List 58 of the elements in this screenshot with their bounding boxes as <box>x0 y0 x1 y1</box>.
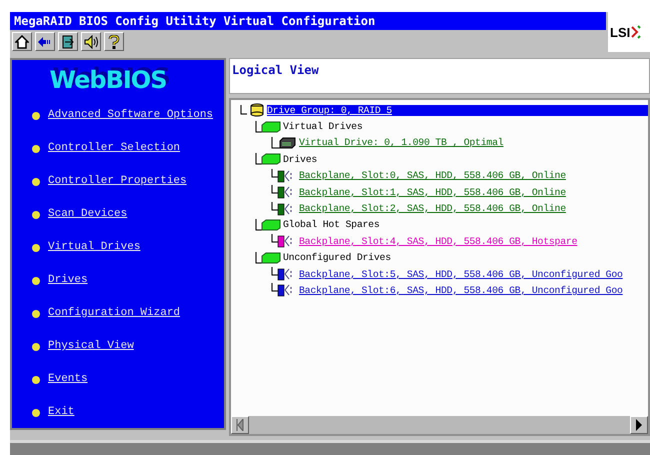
bullet-icon <box>32 178 40 186</box>
speaker-icon <box>84 34 98 48</box>
logo-mark-icon <box>631 25 642 39</box>
scroll-right-button[interactable] <box>630 416 648 434</box>
toolbar-button[interactable] <box>35 32 55 51</box>
right-arrow-icon <box>635 419 643 431</box>
sidebar-link[interactable]: Events <box>32 370 224 389</box>
bullet-icon <box>32 376 40 384</box>
tree-item[interactable]: Global Hot Spares <box>283 219 380 230</box>
help-icon <box>108 34 120 48</box>
horizontal-scrollbar[interactable] <box>231 416 648 434</box>
sidebar-link[interactable]: Scan Devices <box>32 205 224 224</box>
window-title: MegaRAID BIOS Config Utility Virtual Configuration <box>10 12 606 30</box>
bullet-icon <box>32 342 40 350</box>
folder-icon <box>255 218 281 231</box>
folder-icon <box>255 120 281 133</box>
disk-stack-icon <box>239 103 265 118</box>
sidebar-link[interactable]: Physical View <box>32 337 224 356</box>
toolbar-button[interactable] <box>58 32 78 51</box>
bullet-icon <box>32 310 40 318</box>
exit-door-icon <box>61 34 75 48</box>
tree-item[interactable]: Virtual Drive: 0, 1.090 TB , Optimal <box>299 137 504 148</box>
sidebar-link[interactable]: Drives <box>32 271 224 290</box>
tree-item[interactable]: Backplane, Slot:6, SAS, HDD, 558.406 GB, Unconfigured Goo <box>299 284 623 296</box>
bullet-icon <box>32 210 40 218</box>
home-icon <box>15 34 29 48</box>
scroll-left-button[interactable] <box>231 416 249 434</box>
sidebar-link[interactable]: Controller Properties <box>32 172 224 191</box>
bullet-icon <box>32 244 40 252</box>
folder-icon <box>255 252 281 264</box>
bullet-icon <box>32 408 40 416</box>
tree-item[interactable]: Backplane, Slot:0, SAS, HDD, 558.406 GB, Online <box>299 170 566 182</box>
tree-item[interactable]: Backplane, Slot:2, SAS, HDD, 558.406 GB, Online <box>299 203 566 214</box>
sidebar-link[interactable]: Virtual Drives <box>32 238 224 257</box>
toolbar-button[interactable] <box>12 32 32 51</box>
sidebar-link[interactable]: Advanced Software Options <box>32 106 224 125</box>
tree-item[interactable]: Backplane, Slot:5, SAS, HDD, 558.406 GB, Unconfigured Goo <box>299 268 623 280</box>
toolbar-button[interactable] <box>81 32 101 51</box>
tree-item[interactable]: Virtual Drives <box>283 121 363 132</box>
webbios-logo: WebBIOS <box>50 66 166 96</box>
brand-logo: LSI <box>610 24 630 40</box>
drive-icon <box>271 136 297 149</box>
tree-item[interactable]: Backplane, Slot:1, SAS, HDD, 558.406 GB, Online <box>299 186 566 198</box>
folder-icon <box>255 153 281 166</box>
view-title: Logical View <box>232 63 319 77</box>
sidebar-link[interactable]: Controller Selection <box>32 139 224 158</box>
sidebar-link[interactable]: Exit <box>32 403 224 422</box>
tree-item[interactable]: Backplane, Slot:4, SAS, HDD, 558.406 GB, Hotspare <box>299 236 578 247</box>
tree-item[interactable]: Drives <box>283 154 318 165</box>
toolbar-button[interactable] <box>104 32 124 51</box>
left-arrow-icon <box>236 419 244 431</box>
tree-item[interactable]: Unconfigured Drives <box>283 252 391 264</box>
tree-item[interactable]: Drive Group: 0, RAID 5 <box>267 104 648 116</box>
sidebar-link[interactable]: Configuration Wizard <box>32 304 224 323</box>
bullet-icon <box>32 276 40 284</box>
bullet-icon <box>32 112 40 120</box>
bullet-icon <box>32 144 40 152</box>
back-arrow-icon <box>38 36 52 46</box>
